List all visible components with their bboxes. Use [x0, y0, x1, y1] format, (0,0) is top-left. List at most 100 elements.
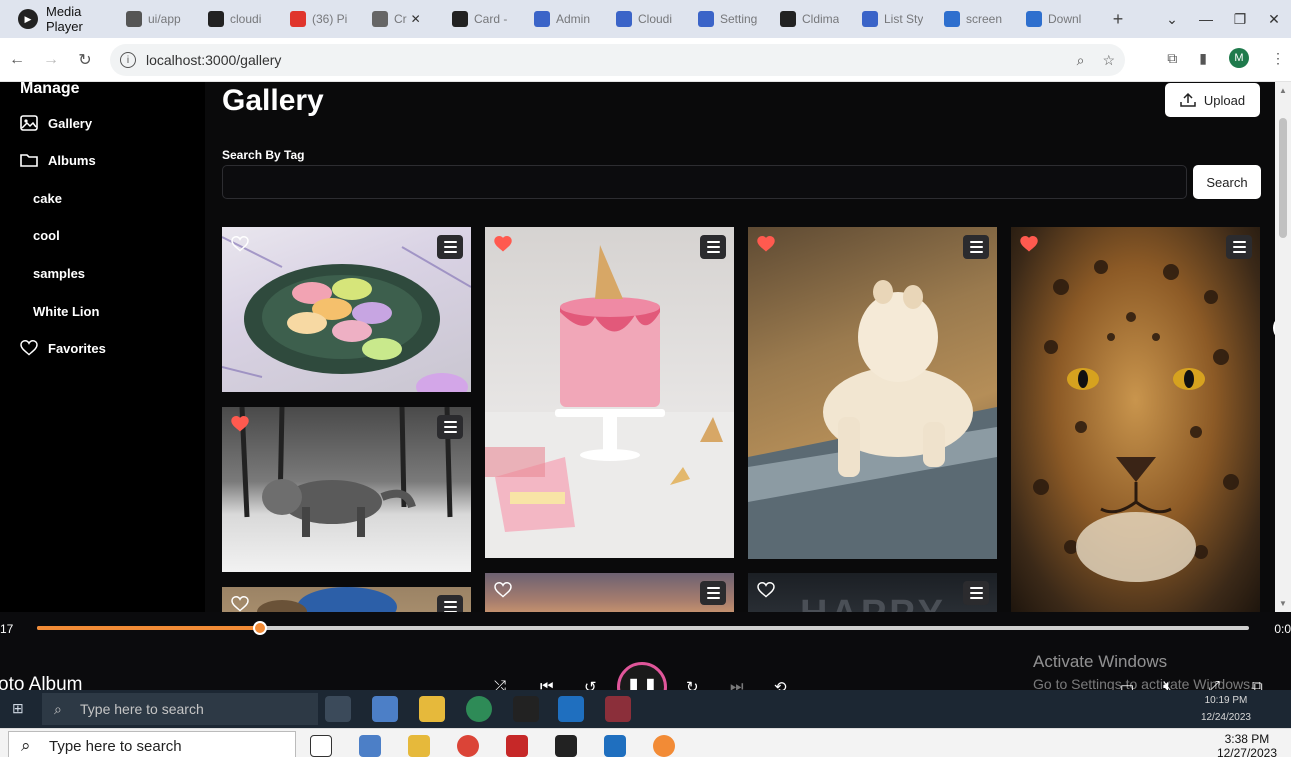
sidebar-item-favorites[interactable]: Favorites [20, 340, 106, 356]
heart-icon[interactable] [1020, 236, 1038, 252]
browser-tab[interactable]: Cr ✕ [364, 5, 442, 33]
browser-tab[interactable]: Admin [526, 5, 606, 33]
browser-tab[interactable]: screen [936, 5, 1016, 33]
window-controls: ⌄ — ❐ ✕ [1155, 0, 1291, 38]
search-button[interactable]: Search [1193, 165, 1261, 199]
recorder-icon[interactable] [506, 735, 528, 757]
photo-card[interactable] [1011, 227, 1260, 612]
browser-tab[interactable]: Setting [690, 5, 770, 33]
menu-icon[interactable] [963, 581, 989, 605]
sidebar-item-albums[interactable]: Albums [20, 152, 96, 168]
photo-card[interactable] [748, 227, 997, 559]
seek-bar-handle[interactable] [253, 621, 267, 635]
more-menu-icon[interactable]: ⋮ [1271, 50, 1285, 67]
sidebar-item-gallery[interactable]: Gallery [20, 115, 92, 131]
photo-card[interactable] [222, 587, 471, 612]
menu-icon[interactable] [437, 595, 463, 612]
chrome-icon[interactable] [457, 735, 479, 757]
seek-bar[interactable] [37, 621, 1249, 635]
recorder-icon[interactable] [605, 696, 631, 722]
tab-label: Cr [394, 12, 407, 26]
tab-label: Downl [1048, 12, 1082, 26]
menu-icon[interactable] [700, 235, 726, 259]
page-scrollbar[interactable]: ▲ ▼ [1275, 82, 1291, 612]
taskbar-search-input[interactable]: ⌕ Type here to search [8, 731, 296, 757]
browser-tab[interactable]: Cloudi [608, 5, 688, 33]
heart-icon[interactable] [231, 596, 249, 612]
new-tab-button[interactable]: + [1104, 5, 1132, 33]
url-text[interactable]: localhost:3000/gallery [146, 52, 281, 68]
scrollbar-thumb[interactable] [1279, 118, 1287, 238]
side-panel-icon[interactable]: ▮ [1199, 50, 1207, 67]
sidebar-item-album[interactable]: cake [33, 191, 62, 206]
windows-start-icon[interactable]: ⊞ [12, 700, 24, 717]
menu-icon[interactable] [437, 235, 463, 259]
sidebar-item-album[interactable]: cool [33, 228, 60, 243]
sidebar-item-album[interactable]: White Lion [33, 304, 99, 319]
scroll-up-icon[interactable]: ▲ [1279, 86, 1287, 95]
heart-icon[interactable] [494, 582, 512, 598]
terminal-icon[interactable] [513, 696, 539, 722]
photo-card[interactable] [222, 227, 471, 392]
bookmark-star-icon[interactable]: ☆ [1102, 52, 1115, 69]
site-info-icon[interactable]: i [120, 52, 136, 68]
minimize-button[interactable]: — [1189, 11, 1223, 27]
file-explorer-icon[interactable] [419, 696, 445, 722]
browser-tab[interactable]: cloudi [200, 5, 280, 33]
tab-favicon-icon [534, 11, 550, 27]
browser-tab[interactable]: ui/app [118, 5, 198, 33]
scroll-down-icon[interactable]: ▼ [1279, 599, 1287, 608]
upload-button[interactable]: Upload [1165, 83, 1260, 117]
heart-icon[interactable] [757, 236, 775, 252]
store-icon[interactable] [359, 735, 381, 757]
recorded-taskbar: ⊞ ⌕ Type here to search 10:19 PM 12/24/2… [0, 690, 1291, 728]
browser-tab[interactable]: Downl [1018, 5, 1098, 33]
menu-icon[interactable] [700, 581, 726, 605]
profile-avatar[interactable]: M [1229, 48, 1249, 68]
store-icon[interactable] [372, 696, 398, 722]
search-icon: ⌕ [54, 701, 62, 717]
close-button[interactable]: ✕ [1257, 11, 1291, 28]
extensions-icon[interactable]: ⧉ [1167, 50, 1177, 67]
system-clock[interactable]: 3:38 PM 12/27/2023 [1217, 732, 1277, 757]
photo-card[interactable]: HAPPY NEW YEAR [748, 573, 997, 612]
browser-tab[interactable]: Cldima [772, 5, 852, 33]
seek-bar-progress [37, 626, 260, 630]
browser-tab[interactable]: List Sty [854, 5, 934, 33]
media-player-icon[interactable] [653, 735, 675, 757]
heart-icon[interactable] [231, 416, 249, 432]
chevron-down-icon[interactable]: ⌄ [1155, 11, 1189, 28]
photo-card[interactable] [222, 407, 471, 572]
heart-icon[interactable] [494, 236, 512, 252]
sidebar-item-album[interactable]: samples [33, 266, 85, 281]
recorded-clock: 10:19 PM 12/24/2023 [1201, 692, 1251, 726]
address-bar[interactable]: i localhost:3000/gallery ⌕ ☆ [110, 44, 1125, 76]
photo-card[interactable] [485, 573, 734, 612]
heart-icon[interactable] [231, 236, 249, 252]
taskbar-search-input[interactable]: ⌕ Type here to search [42, 693, 318, 725]
restore-button[interactable]: ❐ [1223, 11, 1257, 28]
tab-label: Setting [720, 12, 758, 26]
forward-button[interactable]: → [34, 51, 68, 69]
zoom-icon[interactable]: ⌕ [1077, 52, 1085, 69]
close-tab-icon[interactable]: ✕ [411, 12, 421, 26]
reload-button[interactable]: ↻ [68, 50, 102, 70]
browser-toolbar: ← → ↻ i localhost:3000/gallery ⌕ ☆ ⧉ ▮ M… [0, 38, 1291, 82]
file-explorer-icon[interactable] [408, 735, 430, 757]
terminal-icon[interactable] [555, 735, 577, 757]
sidebar-item-label: Albums [48, 152, 96, 168]
menu-icon[interactable] [437, 415, 463, 439]
heart-icon[interactable] [757, 582, 775, 598]
photo-card[interactable] [485, 227, 734, 558]
menu-icon[interactable] [963, 235, 989, 259]
vscode-icon[interactable] [604, 735, 626, 757]
tag-search-input[interactable] [222, 165, 1187, 199]
back-button[interactable]: ← [0, 51, 34, 69]
browser-tab[interactable]: Card - [444, 5, 524, 33]
chrome-icon[interactable] [466, 696, 492, 722]
task-view-icon[interactable] [325, 696, 351, 722]
menu-icon[interactable] [1226, 235, 1252, 259]
browser-tab[interactable]: (36) Pi [282, 5, 362, 33]
task-view-icon[interactable] [310, 735, 332, 757]
vscode-icon[interactable] [558, 696, 584, 722]
